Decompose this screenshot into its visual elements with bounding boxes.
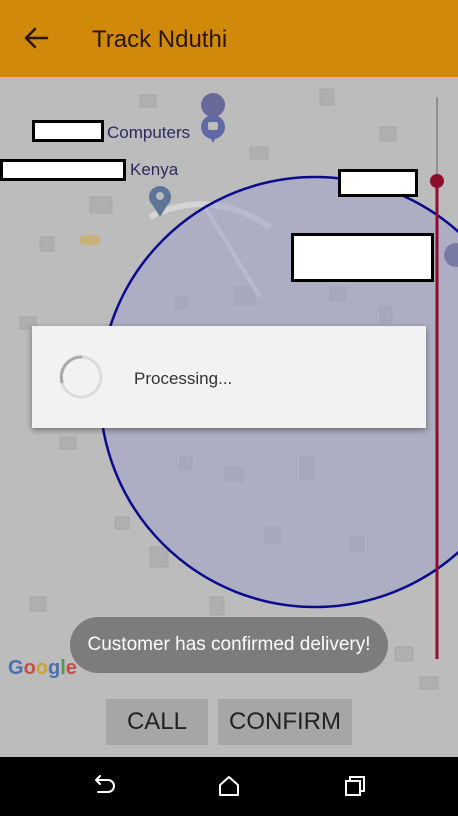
route-start-marker (430, 174, 444, 188)
toast-message: Customer has confirmed delivery! (70, 617, 388, 673)
redacted-label (338, 169, 418, 197)
app-bar: Track Nduthi (0, 0, 458, 77)
place-pin-icon (201, 93, 226, 143)
call-button[interactable]: CALL (106, 699, 208, 745)
map-label-kenya: Kenya (130, 160, 179, 179)
processing-text: Processing... (134, 369, 233, 388)
system-nav-bar (0, 757, 458, 816)
map-label-computers: Computers (107, 123, 191, 142)
redacted-label (291, 233, 434, 282)
redacted-label (32, 120, 104, 142)
arrow-left-icon (24, 27, 49, 49)
loading-spinner-icon (59, 355, 103, 399)
home-icon[interactable] (214, 771, 244, 801)
page-title: Track Nduthi (92, 26, 228, 53)
confirm-button[interactable]: CONFIRM (218, 699, 352, 745)
back-button[interactable] (20, 22, 52, 54)
google-logo: Google (8, 657, 77, 679)
redacted-label (0, 159, 126, 181)
recents-icon[interactable] (340, 771, 370, 801)
back-icon[interactable] (88, 771, 118, 801)
